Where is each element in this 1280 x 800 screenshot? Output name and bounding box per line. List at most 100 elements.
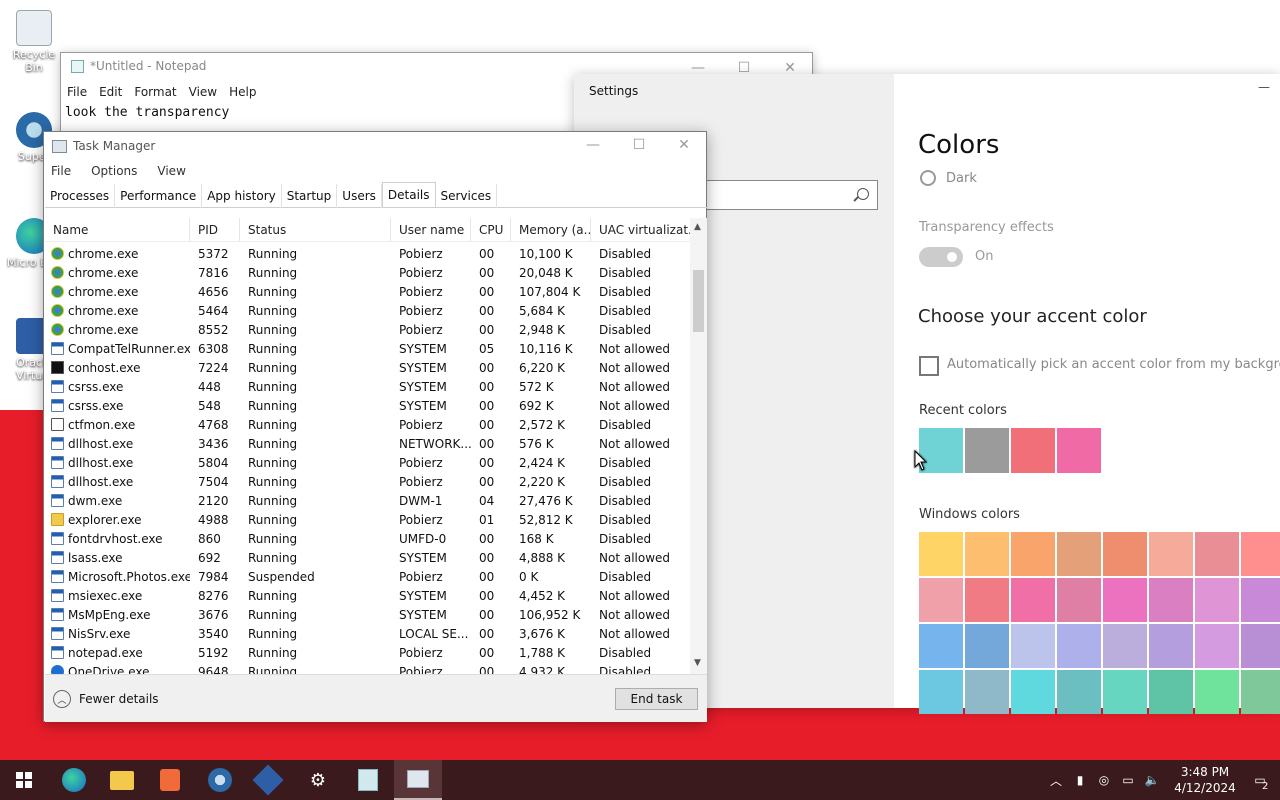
- recent-color-swatch[interactable]: [1011, 428, 1055, 473]
- windows-color-swatch[interactable]: [919, 670, 963, 714]
- windows-color-swatch[interactable]: [1057, 578, 1101, 622]
- table-row[interactable]: chrome.exe 5464 Running Pobierz 00 5,684 K Dis…: [45, 301, 690, 320]
- notepad-text-area[interactable]: look the transparency: [65, 105, 229, 120]
- windows-color-swatch[interactable]: [1149, 670, 1193, 714]
- tab-users[interactable]: Users: [337, 184, 382, 208]
- table-row[interactable]: CompatTelRunner.exe 6308 Running SYSTEM 05 10…: [45, 339, 690, 358]
- taskbar-edge[interactable]: [50, 760, 98, 800]
- taskbar-virtualbox[interactable]: [244, 760, 292, 800]
- table-row[interactable]: NisSrv.exe 3540 Running LOCAL SE... 00 3,676 …: [45, 624, 690, 643]
- column-header-user[interactable]: User name: [391, 218, 471, 241]
- windows-color-swatch[interactable]: [1103, 532, 1147, 576]
- notification-center-button[interactable]: ▭ 2: [1240, 773, 1280, 792]
- auto-accent-checkbox[interactable]: [919, 356, 939, 376]
- dark-mode-radio[interactable]: Dark: [920, 170, 977, 186]
- chevron-up-icon[interactable]: ︿: [1044, 772, 1068, 789]
- table-row[interactable]: explorer.exe 4988 Running Pobierz 01 52,812 K…: [45, 510, 690, 529]
- webcam-icon[interactable]: ◎: [1092, 773, 1116, 787]
- taskbar-settings[interactable]: ⚙: [294, 760, 342, 800]
- windows-color-swatch[interactable]: [1195, 578, 1239, 622]
- windows-color-swatch[interactable]: [919, 578, 963, 622]
- table-row[interactable]: OneDrive.exe 9648 Running Pobierz 00 4,932 K D…: [45, 662, 690, 674]
- windows-color-swatch[interactable]: [1011, 624, 1055, 668]
- windows-color-swatch[interactable]: [1103, 578, 1147, 622]
- taskbar-notepad[interactable]: [344, 760, 392, 800]
- windows-color-swatch[interactable]: [919, 624, 963, 668]
- table-row[interactable]: chrome.exe 5372 Running Pobierz 00 10,100 K Di…: [45, 244, 690, 263]
- windows-color-swatch[interactable]: [1057, 624, 1101, 668]
- windows-color-swatch[interactable]: [1241, 670, 1280, 714]
- windows-color-swatch[interactable]: [919, 532, 963, 576]
- table-row[interactable]: dllhost.exe 5804 Running Pobierz 00 2,424 K Di…: [45, 453, 690, 472]
- taskbar-media-player[interactable]: [146, 760, 194, 800]
- windows-color-swatch[interactable]: [1149, 578, 1193, 622]
- table-row[interactable]: dllhost.exe 7504 Running Pobierz 00 2,220 K Di…: [45, 472, 690, 491]
- windows-color-swatch[interactable]: [1057, 670, 1101, 714]
- minimize-button[interactable]: —: [570, 130, 616, 160]
- tab-app-history[interactable]: App history: [202, 184, 282, 208]
- table-row[interactable]: chrome.exe 7816 Running Pobierz 00 20,048 K Di…: [45, 263, 690, 282]
- transparency-toggle[interactable]: [919, 247, 963, 267]
- table-row[interactable]: csrss.exe 548 Running SYSTEM 00 692 K Not allo…: [45, 396, 690, 415]
- column-header-name[interactable]: Name ^: [45, 218, 190, 241]
- menu-view[interactable]: View: [189, 85, 225, 99]
- taskbar-chrome-app[interactable]: [196, 760, 244, 800]
- column-header-cpu[interactable]: CPU: [471, 218, 511, 241]
- tab-startup[interactable]: Startup: [282, 184, 338, 208]
- table-row[interactable]: csrss.exe 448 Running SYSTEM 00 572 K Not allo…: [45, 377, 690, 396]
- windows-color-swatch[interactable]: [1241, 578, 1280, 622]
- volume-icon[interactable]: 🔈: [1140, 773, 1164, 787]
- menu-view[interactable]: View: [157, 164, 185, 178]
- maximize-button[interactable]: ☐: [616, 130, 662, 160]
- taskbar-task-manager[interactable]: [394, 760, 442, 800]
- tab-performance[interactable]: Performance: [115, 184, 203, 208]
- menu-options[interactable]: Options: [91, 164, 137, 178]
- windows-color-swatch[interactable]: [965, 670, 1009, 714]
- close-button[interactable]: ✕: [661, 130, 707, 160]
- column-header-status[interactable]: Status: [240, 218, 391, 241]
- windows-color-swatch[interactable]: [1149, 532, 1193, 576]
- tab-processes[interactable]: Processes: [45, 184, 116, 208]
- table-row[interactable]: ctfmon.exe 4768 Running Pobierz 00 2,572 K Dis…: [45, 415, 690, 434]
- table-row[interactable]: lsass.exe 692 Running SYSTEM 00 4,888 K Not al…: [45, 548, 690, 567]
- menu-help[interactable]: Help: [229, 85, 264, 99]
- column-header-uac[interactable]: UAC virtualizat...: [591, 218, 690, 241]
- clock[interactable]: 3:48 PM 4/12/2024: [1170, 764, 1240, 796]
- table-row[interactable]: Microsoft.Photos.exe 7984 Suspended Pobierz…: [45, 567, 690, 586]
- start-button[interactable]: [0, 760, 48, 800]
- search-icon[interactable]: [857, 188, 869, 200]
- recent-color-swatch[interactable]: [1057, 428, 1101, 473]
- menu-file[interactable]: File: [67, 85, 95, 99]
- network-icon[interactable]: ▭: [1116, 773, 1140, 787]
- scroll-up-icon[interactable]: ▲: [694, 222, 701, 232]
- windows-color-swatch[interactable]: [1011, 578, 1055, 622]
- windows-color-swatch[interactable]: [1011, 670, 1055, 714]
- windows-color-swatch[interactable]: [1195, 532, 1239, 576]
- windows-color-swatch[interactable]: [1103, 670, 1147, 714]
- column-header-memory[interactable]: Memory (a...: [511, 218, 591, 241]
- table-row[interactable]: chrome.exe 4656 Running Pobierz 00 107,804 K D…: [45, 282, 690, 301]
- table-row[interactable]: conhost.exe 7224 Running SYSTEM 00 6,220 K Not…: [45, 358, 690, 377]
- table-row[interactable]: notepad.exe 5192 Running Pobierz 00 1,788 K Di…: [45, 643, 690, 662]
- table-row[interactable]: dllhost.exe 3436 Running NETWORK... 00 576 K N…: [45, 434, 690, 453]
- windows-color-swatch[interactable]: [1103, 624, 1147, 668]
- table-row[interactable]: msiexec.exe 8276 Running SYSTEM 00 4,452 K Not…: [45, 586, 690, 605]
- table-row[interactable]: fontdrvhost.exe 860 Running UMFD-0 00 168 K Di…: [45, 529, 690, 548]
- minimize-button[interactable]: —: [1258, 80, 1270, 94]
- windows-color-swatch[interactable]: [1149, 624, 1193, 668]
- windows-color-swatch[interactable]: [965, 624, 1009, 668]
- tab-services[interactable]: Services: [436, 184, 498, 208]
- windows-color-swatch[interactable]: [1195, 624, 1239, 668]
- menu-file[interactable]: File: [51, 164, 71, 178]
- desktop-icon-recycle-bin[interactable]: Recycle Bin: [4, 10, 64, 74]
- scroll-down-icon[interactable]: ▼: [694, 658, 701, 668]
- end-task-button[interactable]: End task: [615, 688, 698, 710]
- windows-color-swatch[interactable]: [1011, 532, 1055, 576]
- table-row[interactable]: dwm.exe 2120 Running DWM-1 04 27,476 K Disable…: [45, 491, 690, 510]
- fewer-details-button[interactable]: ︿ Fewer details: [53, 690, 159, 708]
- scrollbar-thumb[interactable]: [693, 270, 704, 332]
- windows-color-swatch[interactable]: [965, 578, 1009, 622]
- windows-color-swatch[interactable]: [1057, 532, 1101, 576]
- usb-drive-icon[interactable]: ▮: [1068, 773, 1092, 787]
- table-row[interactable]: MsMpEng.exe 3676 Running SYSTEM 00 106,952 K N…: [45, 605, 690, 624]
